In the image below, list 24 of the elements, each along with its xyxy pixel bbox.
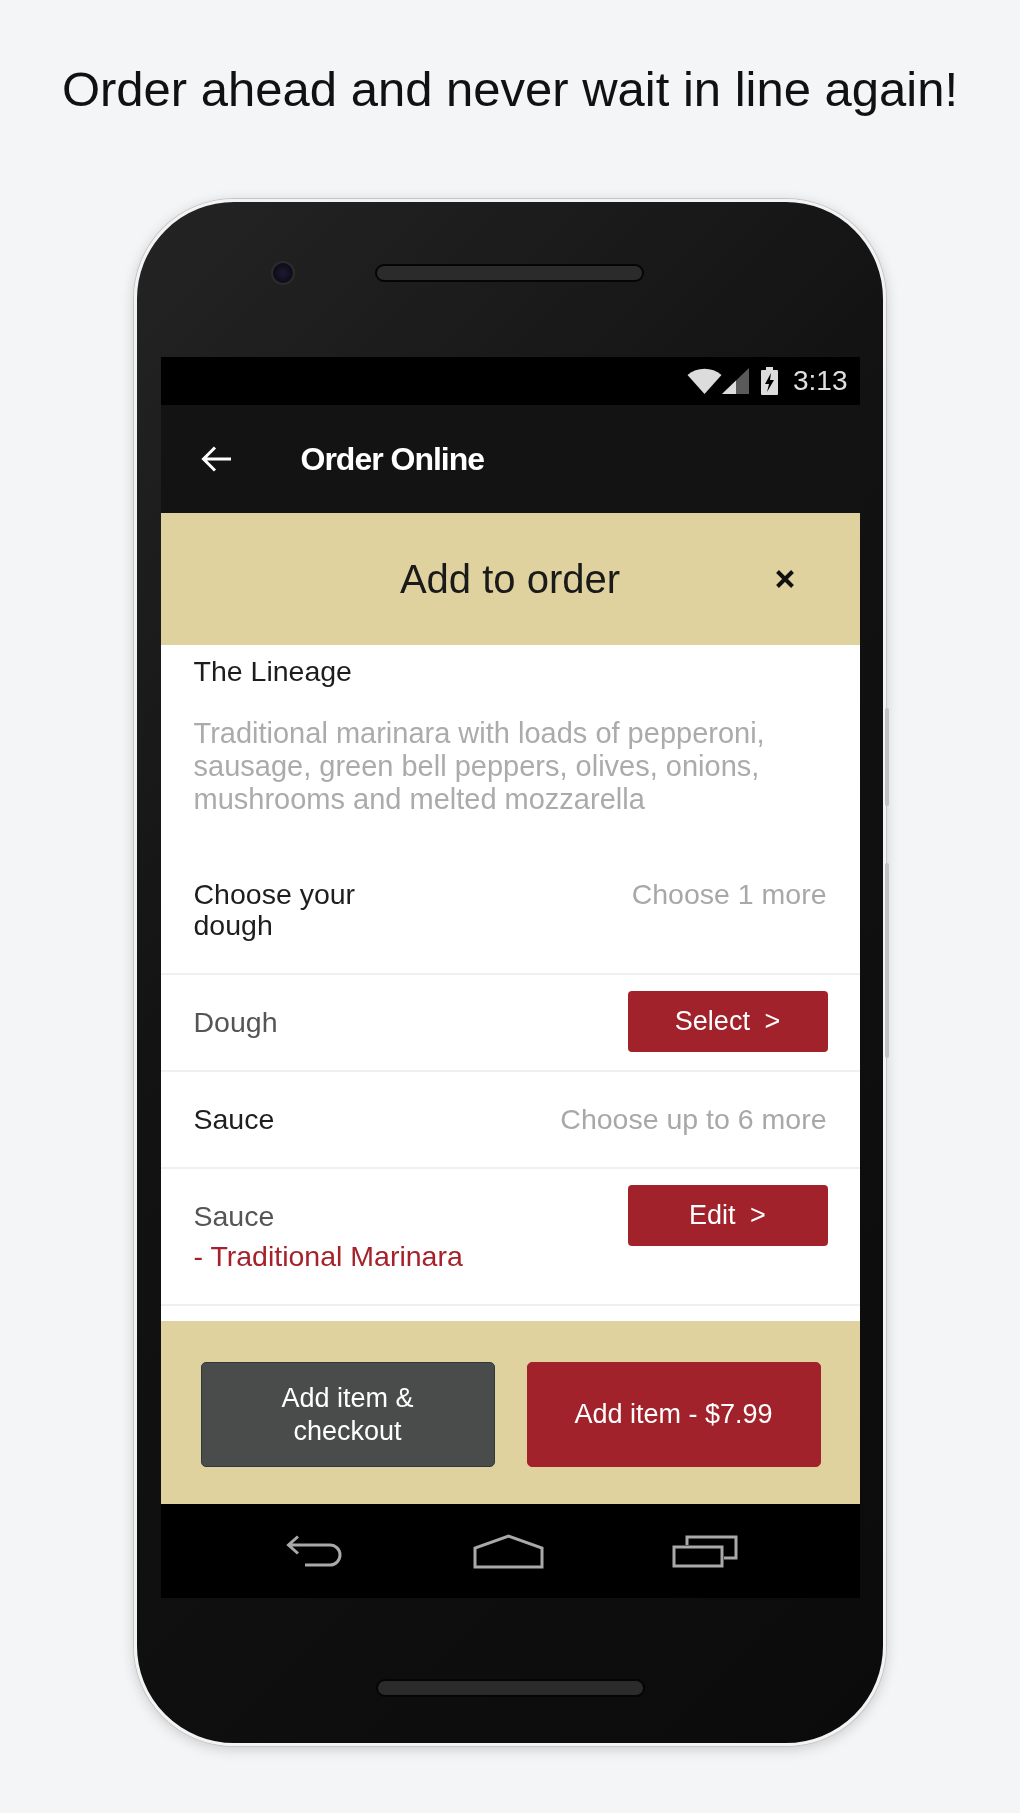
option-button[interactable]: Edit > xyxy=(627,1185,828,1246)
choice-hint: Choose up to 6 more xyxy=(560,1104,827,1135)
group-label: Choose your dough xyxy=(193,879,357,941)
dialog-title: Add to order xyxy=(399,556,621,602)
recents-icon[interactable] xyxy=(671,1534,738,1568)
add-and-checkout-button[interactable]: Add item & checkout xyxy=(200,1362,495,1467)
back-arrow-icon[interactable] xyxy=(199,445,232,473)
signal-icon xyxy=(722,368,749,394)
group-label: Sauce xyxy=(193,1104,275,1135)
option-button[interactable]: Select > xyxy=(627,991,828,1052)
choice-hint: Choose 1 more xyxy=(631,879,827,910)
app-bar-title: Order Online xyxy=(300,440,485,479)
clock-time: 3:13 xyxy=(793,365,848,397)
headline: Order ahead and never wait in line again! xyxy=(61,63,959,116)
option-label: Sauce xyxy=(193,1201,276,1231)
item-description: Traditional marinara with loads of pepperoni, sausage, green bell peppers, olives, onions, mushrooms and melted mozzarella xyxy=(193,717,766,816)
front-camera xyxy=(271,261,295,285)
close-icon[interactable] xyxy=(774,569,795,589)
battery-charging-icon xyxy=(759,367,780,395)
selected-option: - Traditional Marinara xyxy=(193,1241,463,1271)
add-item-button[interactable]: Add item - $7.99 xyxy=(526,1362,821,1467)
home-icon[interactable] xyxy=(472,1533,544,1569)
item-name: The Lineage xyxy=(193,656,353,686)
option-label: Dough xyxy=(193,1007,278,1037)
